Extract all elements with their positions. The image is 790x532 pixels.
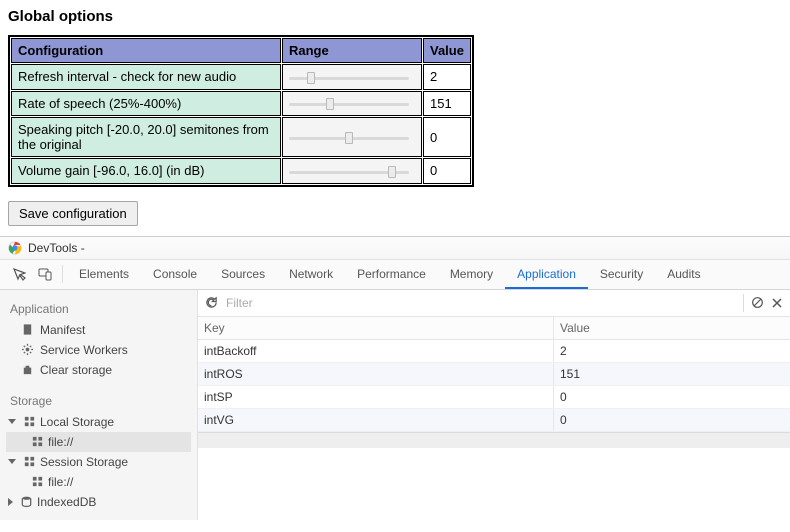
range-slider[interactable] xyxy=(289,131,409,145)
storage-row[interactable]: intSP0 xyxy=(198,386,790,409)
close-icon[interactable] xyxy=(770,296,784,310)
range-slider[interactable] xyxy=(289,165,409,179)
gear-icon xyxy=(20,343,34,357)
tree-node-local-storage[interactable]: Local Storage xyxy=(6,412,191,432)
table-row: Speaking pitch [-20.0, 20.0] semitones f… xyxy=(11,117,471,157)
storage-key: intSP xyxy=(198,386,554,408)
tab-elements[interactable]: Elements xyxy=(67,260,141,289)
storage-row[interactable]: intVG0 xyxy=(198,409,790,432)
tree-child-label: file:// xyxy=(48,435,73,449)
storage-table-footer xyxy=(198,432,790,448)
range-slider[interactable] xyxy=(289,71,409,85)
tab-security[interactable]: Security xyxy=(588,260,655,289)
config-slider-cell xyxy=(282,64,422,90)
save-button[interactable]: Save configuration xyxy=(8,201,138,226)
block-icon[interactable] xyxy=(750,296,764,310)
devtools-sidebar: Application Manifest Service Workers Clear… xyxy=(0,290,198,520)
sidebar-item-label: Clear storage xyxy=(40,363,112,377)
sidebar-section-storage: Storage xyxy=(6,390,191,412)
grid-icon xyxy=(30,435,44,449)
tree-node-label: IndexedDB xyxy=(37,495,96,509)
devtools-panel: DevTools - ElementsConsoleSourcesNetwork… xyxy=(0,236,790,520)
tab-console[interactable]: Console xyxy=(141,260,209,289)
sidebar-item-clear-storage[interactable]: Clear storage xyxy=(6,360,191,380)
tree-node-label: Local Storage xyxy=(40,415,114,429)
page-title: Global options xyxy=(8,8,782,25)
tab-network[interactable]: Network xyxy=(277,260,345,289)
grid-icon xyxy=(22,455,36,469)
tree-node-indexeddb[interactable]: IndexedDB xyxy=(6,492,191,512)
storage-key: intROS xyxy=(198,363,554,385)
storage-value: 0 xyxy=(554,409,790,431)
config-table: Configuration Range Value Refresh interv… xyxy=(8,35,474,187)
tree-child-file[interactable]: file:// xyxy=(6,432,191,452)
range-slider[interactable] xyxy=(289,97,409,111)
table-row: Rate of speech (25%-400%) 151 xyxy=(11,91,471,117)
config-slider-cell xyxy=(282,91,422,117)
tab-application[interactable]: Application xyxy=(505,260,588,289)
sidebar-item-manifest[interactable]: Manifest xyxy=(6,320,191,340)
storage-value: 151 xyxy=(554,363,790,385)
config-value: 0 xyxy=(423,158,471,184)
table-row: Volume gain [-96.0, 16.0] (in dB) 0 xyxy=(11,158,471,184)
tree-node-label: Session Storage xyxy=(40,455,128,469)
config-label: Volume gain [-96.0, 16.0] (in dB) xyxy=(11,158,281,184)
caret-icon xyxy=(8,419,16,424)
config-value: 0 xyxy=(423,117,471,157)
database-icon xyxy=(19,495,33,509)
config-value: 151 xyxy=(423,91,471,117)
storage-value: 0 xyxy=(554,386,790,408)
storage-row[interactable]: intROS151 xyxy=(198,363,790,386)
tab-sources[interactable]: Sources xyxy=(209,260,277,289)
kv-header-value: Value xyxy=(554,317,790,339)
table-row: Refresh interval - check for new audio 2 xyxy=(11,64,471,90)
grid-icon xyxy=(30,475,44,489)
tree-node-session-storage[interactable]: Session Storage xyxy=(6,452,191,472)
config-label: Refresh interval - check for new audio xyxy=(11,64,281,90)
storage-table-header: Key Value xyxy=(198,317,790,340)
config-label: Speaking pitch [-20.0, 20.0] semitones f… xyxy=(11,117,281,157)
col-header-range: Range xyxy=(282,38,422,63)
config-slider-cell xyxy=(282,158,422,184)
tree-child-file[interactable]: file:// xyxy=(6,472,191,492)
sidebar-section-application: Application xyxy=(6,298,191,320)
col-header-value: Value xyxy=(423,38,471,63)
trash-icon xyxy=(20,363,34,377)
devtools-title: DevTools - xyxy=(28,241,85,255)
storage-row[interactable]: intBackoff2 xyxy=(198,340,790,363)
config-value: 2 xyxy=(423,64,471,90)
sidebar-item-service-workers[interactable]: Service Workers xyxy=(6,340,191,360)
filter-input[interactable] xyxy=(224,293,737,313)
tab-audits[interactable]: Audits xyxy=(655,260,712,289)
chrome-icon xyxy=(8,241,22,255)
storage-key: intBackoff xyxy=(198,340,554,362)
config-slider-cell xyxy=(282,117,422,157)
storage-key: intVG xyxy=(198,409,554,431)
divider xyxy=(62,265,63,283)
caret-icon xyxy=(8,459,16,464)
config-label: Rate of speech (25%-400%) xyxy=(11,91,281,117)
sidebar-item-label: Service Workers xyxy=(40,343,128,357)
kv-header-key: Key xyxy=(198,317,554,339)
storage-value: 2 xyxy=(554,340,790,362)
tab-memory[interactable]: Memory xyxy=(438,260,505,289)
tree-child-label: file:// xyxy=(48,475,73,489)
divider xyxy=(743,294,744,312)
device-toggle-icon[interactable] xyxy=(32,260,58,288)
refresh-icon[interactable] xyxy=(204,296,218,310)
caret-icon xyxy=(8,498,13,506)
sidebar-item-label: Manifest xyxy=(40,323,85,337)
inspect-icon[interactable] xyxy=(6,260,32,288)
file-icon xyxy=(20,323,34,337)
tab-performance[interactable]: Performance xyxy=(345,260,438,289)
col-header-config: Configuration xyxy=(11,38,281,63)
grid-icon xyxy=(22,415,36,429)
devtools-tabbar: ElementsConsoleSourcesNetworkPerformance… xyxy=(0,260,790,290)
